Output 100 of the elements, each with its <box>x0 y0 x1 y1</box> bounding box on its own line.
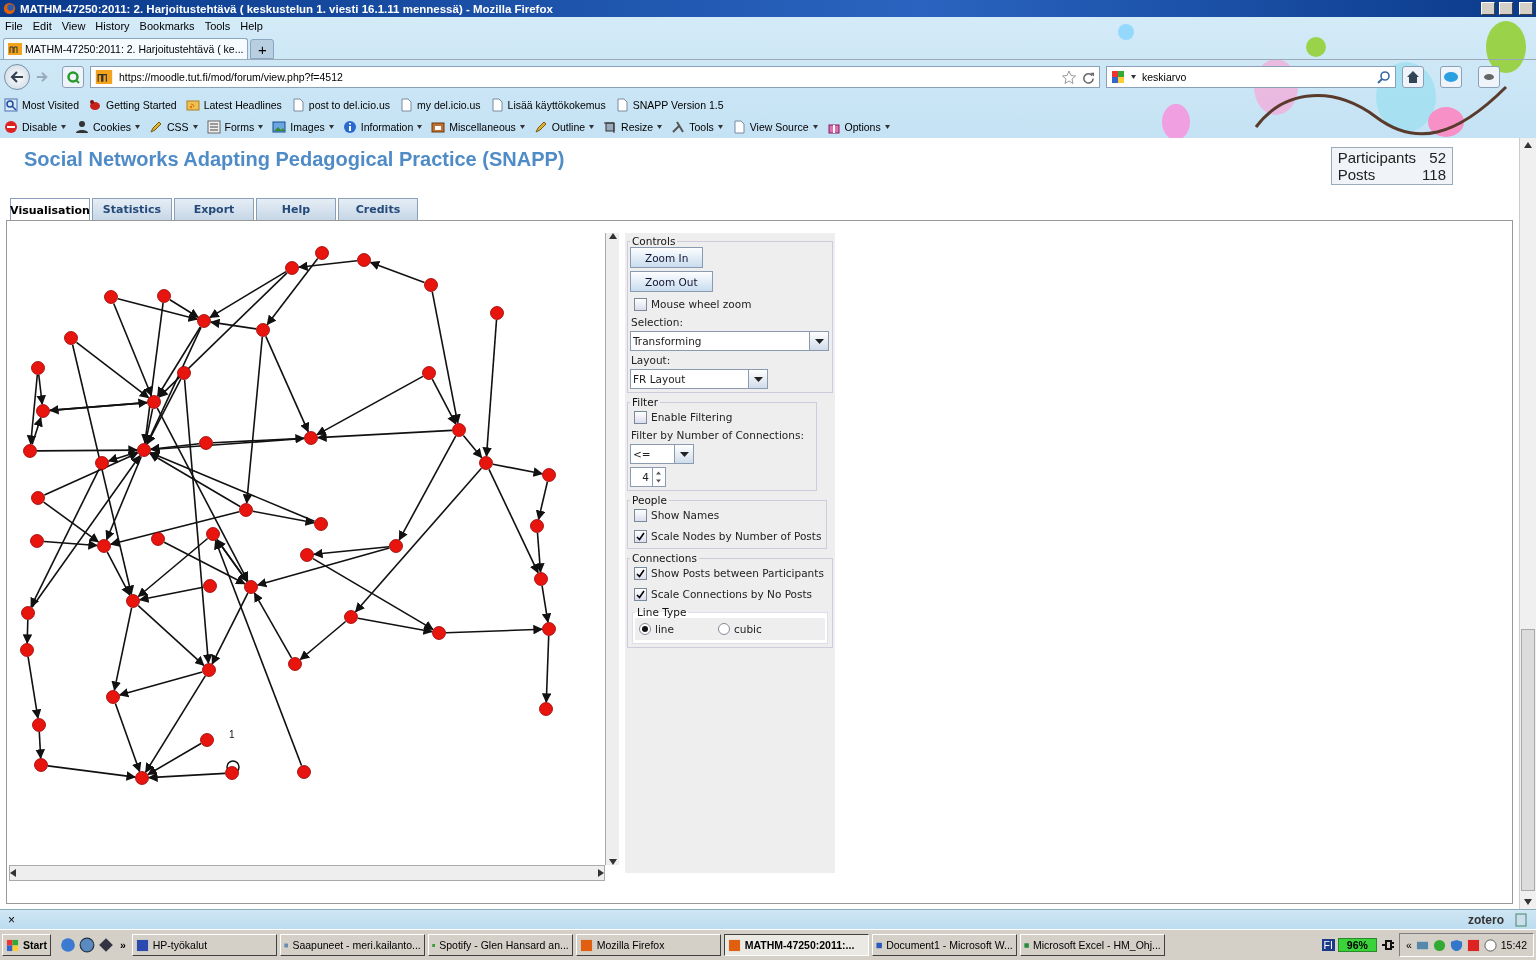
menu-item[interactable]: History <box>95 20 130 32</box>
toolbar-menu[interactable]: Outline <box>533 120 595 134</box>
graph-node <box>97 539 111 553</box>
info-icon <box>342 120 357 134</box>
bookmark-item[interactable]: Most Visited <box>4 98 79 112</box>
globe-icon[interactable] <box>78 937 95 953</box>
menu-item[interactable]: File <box>5 20 23 32</box>
menu-item[interactable]: Edit <box>32 20 52 32</box>
power-plug-icon[interactable] <box>1379 938 1396 952</box>
close-icon[interactable]: × <box>8 912 15 927</box>
graph-node <box>151 532 165 546</box>
expand-tray-label[interactable]: « <box>1405 939 1412 951</box>
taskbar-button[interactable]: Mozilla Firefox <box>575 934 721 956</box>
status-circle-icon[interactable] <box>1432 938 1446 952</box>
bookmark-item[interactable]: my del.icio.us <box>399 98 481 112</box>
forward-arrow-icon[interactable] <box>36 71 48 83</box>
address-field[interactable]: https://moodle.tut.fi/mod/forum/view.php?f=4512 <box>90 66 1100 88</box>
skype-button[interactable] <box>1440 66 1462 88</box>
radio-button[interactable] <box>717 623 730 635</box>
home-button[interactable] <box>1402 66 1424 88</box>
reload-button[interactable] <box>62 66 84 88</box>
taskbar-button[interactable]: MATHM-47250:2011:... <box>723 934 869 956</box>
stat-label: Posts <box>1337 166 1377 183</box>
graph-node <box>126 594 140 608</box>
tab[interactable]: Visualisation <box>10 198 90 221</box>
new-tab-button[interactable]: + <box>250 39 275 59</box>
search-icon[interactable] <box>1377 70 1391 84</box>
menu-item[interactable]: Help <box>240 20 263 32</box>
back-button[interactable] <box>4 64 30 90</box>
close-button[interactable] <box>1519 2 1533 15</box>
magnifier-page-icon <box>4 98 18 112</box>
bookmark-item[interactable]: Lisää käyttökokemus <box>489 98 606 112</box>
vertical-scrollbar[interactable] <box>605 233 619 865</box>
reload-icon[interactable] <box>1082 70 1095 84</box>
language-indicator[interactable]: FI <box>1321 939 1335 951</box>
tab[interactable]: Help <box>256 198 336 220</box>
zotero-label[interactable]: zotero <box>1468 912 1504 927</box>
addon-button[interactable] <box>1478 66 1500 88</box>
bookmark-item[interactable]: Getting Started <box>88 98 177 112</box>
menu-item[interactable]: Bookmarks <box>139 20 195 32</box>
bookmark-item[interactable]: Latest Headlines <box>185 98 282 112</box>
tab[interactable]: Credits <box>338 198 418 220</box>
zoom-button[interactable]: Zoom In <box>630 247 704 268</box>
graph-node <box>539 702 553 716</box>
page-scrollbar[interactable] <box>1519 138 1536 909</box>
search-field[interactable]: keskiarvo <box>1106 66 1396 88</box>
option-label: Mouse wheel zoom <box>651 298 752 310</box>
diamond-icon[interactable] <box>97 937 114 953</box>
scroll-down-icon <box>1524 899 1532 905</box>
star-icon[interactable] <box>1062 70 1076 84</box>
bookmark-item[interactable]: SNAPP Version 1.5 <box>614 98 724 112</box>
start-button[interactable]: Start <box>2 934 51 956</box>
tab[interactable]: Export <box>174 198 254 220</box>
number-spinner[interactable]: 4 <box>630 467 666 487</box>
menu-item[interactable]: View <box>61 20 86 32</box>
shield-icon[interactable] <box>1449 938 1463 952</box>
caret-icon <box>812 125 818 129</box>
toolbar-menu[interactable]: Information <box>342 120 423 134</box>
toolbar-menu[interactable]: Miscellaneous <box>431 120 525 134</box>
toolbar-menu[interactable]: Forms <box>206 120 264 134</box>
graph-node <box>542 468 556 482</box>
document-icon[interactable] <box>1514 912 1528 927</box>
dropdown[interactable]: Transforming <box>630 331 829 351</box>
toolbar-menu[interactable]: Tools <box>671 120 723 134</box>
taskbar-button[interactable]: HP-työkalut <box>131 934 277 956</box>
dropdown[interactable]: <= <box>630 444 694 464</box>
toolbar-menu[interactable]: Resize <box>603 120 663 134</box>
windows-logo-icon <box>6 938 19 952</box>
caret-icon <box>717 125 723 129</box>
radio-button[interactable] <box>639 623 651 635</box>
toolbar-menu[interactable]: View Source <box>731 120 818 134</box>
zoom-button[interactable]: Zoom Out <box>630 271 713 292</box>
toolbar-menu[interactable]: Options <box>826 120 890 134</box>
browser-tab[interactable]: MATHM-47250:2011: 2. Harjoitustehtävä ( ke... <box>3 38 249 59</box>
checkbox[interactable] <box>634 587 647 601</box>
dropdown[interactable]: FR Layout <box>630 369 768 389</box>
tab[interactable]: Statistics <box>92 198 172 220</box>
toolbar-menu[interactable]: CSS <box>148 120 198 134</box>
taskbar-button[interactable]: Spotify - Glen Hansard an... <box>427 934 573 956</box>
more-label[interactable]: » <box>119 939 126 951</box>
clock-icon[interactable] <box>1483 938 1497 952</box>
bookmark-item[interactable]: post to del.icio.us <box>290 98 390 112</box>
checkbox[interactable] <box>634 508 647 522</box>
menu-item[interactable]: Tools <box>204 20 231 32</box>
taskbar-button[interactable]: Microsoft Excel - HM_Ohj... <box>1019 934 1165 956</box>
toolbar-menu[interactable]: Disable <box>4 120 67 134</box>
checkbox[interactable] <box>634 410 647 424</box>
stat-value: 118 <box>1422 166 1446 183</box>
restore-button[interactable] <box>1499 2 1513 15</box>
graph-node <box>239 503 253 517</box>
checkbox[interactable] <box>634 566 647 580</box>
checkbox[interactable] <box>634 529 647 543</box>
taskbar-button[interactable]: Saapuneet - meri.kailanto... <box>279 934 425 956</box>
horizontal-scrollbar[interactable] <box>9 865 605 881</box>
minimize-button[interactable] <box>1481 2 1495 15</box>
checkbox[interactable] <box>634 297 647 311</box>
toolbar-menu[interactable]: Cookies <box>75 120 140 134</box>
scroll-right-icon <box>598 869 604 877</box>
toolbar-menu[interactable]: Images <box>272 120 334 134</box>
taskbar-button[interactable]: Document1 - Microsoft W... <box>871 934 1017 956</box>
